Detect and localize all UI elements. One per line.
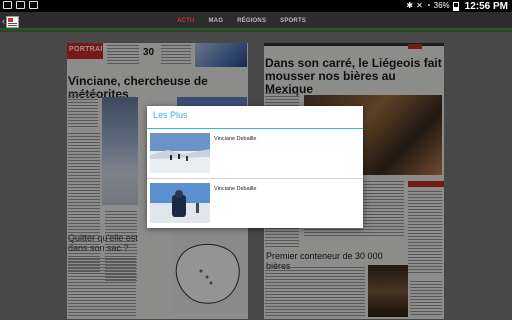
article-thumbnail bbox=[150, 183, 210, 223]
mail-notification-icon bbox=[29, 1, 38, 9]
list-item[interactable]: Vinciane Debaille bbox=[147, 180, 363, 226]
section-tabs: ACTU MAG RÉGIONS SPORTS bbox=[170, 12, 313, 30]
wifi-icon: ◔ bbox=[425, 1, 431, 10]
tab-actu[interactable]: ACTU bbox=[170, 12, 201, 30]
article-title: Vinciane Debaille bbox=[214, 136, 257, 142]
up-navigation-button[interactable]: ‹ bbox=[2, 15, 24, 28]
action-bar: ‹ ACTU MAG RÉGIONS SPORTS bbox=[0, 12, 512, 30]
notification-icons bbox=[3, 1, 38, 9]
app-logo-icon bbox=[6, 15, 19, 28]
back-chevron-icon: ‹ bbox=[2, 16, 5, 26]
image-notification-icon bbox=[16, 1, 25, 9]
clock: 12:56 PM bbox=[464, 0, 508, 12]
list-item[interactable]: Vinciane Debaille bbox=[147, 130, 363, 176]
battery-icon bbox=[452, 1, 459, 11]
bluetooth-icon: ✱ bbox=[406, 1, 414, 10]
mute-icon: ✕ bbox=[416, 1, 423, 10]
tab-regions[interactable]: RÉGIONS bbox=[230, 12, 273, 30]
dialog-title: Les Plus bbox=[153, 110, 188, 120]
dialog-title-divider bbox=[147, 128, 363, 129]
status-bar: ✱ ✕ ◔ 36% 12:56 PM bbox=[0, 0, 512, 12]
article-thumbnail bbox=[150, 133, 210, 173]
battery-percent: 36% bbox=[433, 1, 450, 10]
tab-mag[interactable]: MAG bbox=[201, 12, 230, 30]
article-title: Vinciane Debaille bbox=[214, 186, 257, 192]
screenshot-notification-icon bbox=[3, 1, 12, 9]
les-plus-dialog: Les Plus Vinciane Debaille Vinciane Deba… bbox=[147, 106, 363, 228]
list-divider bbox=[147, 178, 363, 179]
tab-sports[interactable]: SPORTS bbox=[273, 12, 313, 30]
